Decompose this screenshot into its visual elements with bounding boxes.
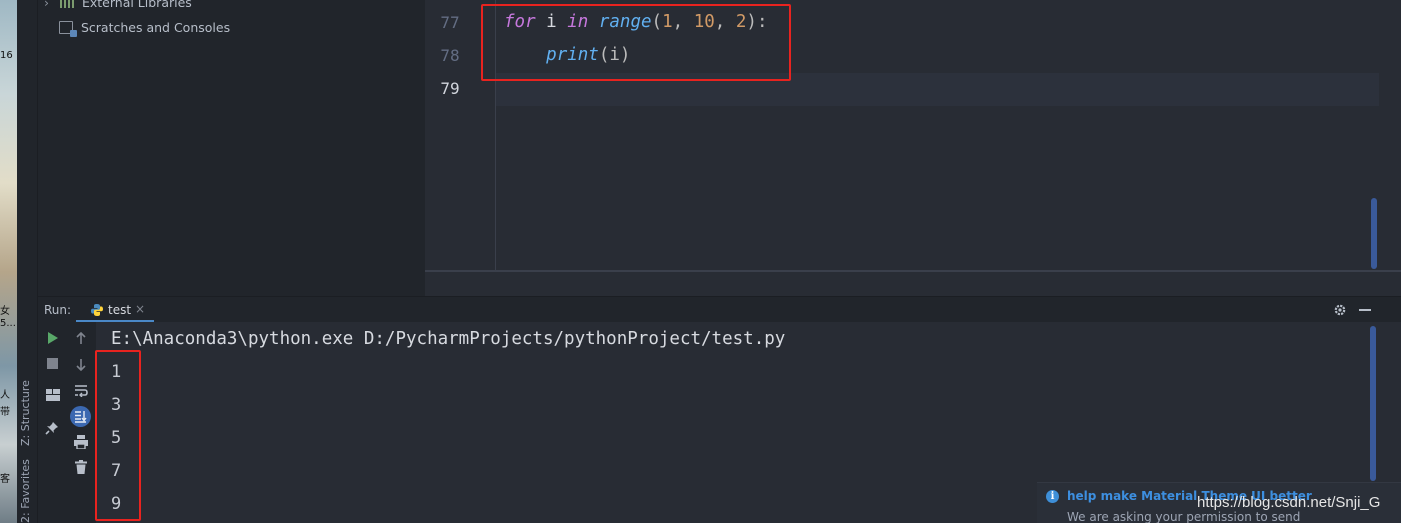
line-number: 78 [440,46,460,65]
run-toolbar-secondary [66,322,96,523]
favorites-tab-label: 2: Favorites [19,459,32,523]
close-icon[interactable]: × [135,302,145,316]
print-icon[interactable] [74,435,88,449]
watermark-text: https://blog.csdn.net/Snji_G [1197,494,1381,511]
output-highlight-box [95,350,141,521]
project-tool-window: › External Libraries Scratches and Conso… [38,0,425,296]
trash-icon[interactable] [75,460,87,474]
line-number: 79 [440,79,460,98]
code-highlight-box [481,4,791,81]
desktop-text-fragment: 带 [0,407,10,418]
console-command-line: E:\Anaconda3\python.exe D:/PycharmProjec… [111,329,786,349]
layout-icon[interactable] [46,389,60,401]
run-panel-header: Run: test × [38,296,1401,323]
soft-wrap-icon[interactable] [74,384,88,397]
minimize-icon[interactable] [1359,309,1371,311]
desktop-text-fragment: 女 [0,306,10,317]
python-icon [91,304,103,316]
run-tab-label: test [108,303,132,317]
tree-item-scratches[interactable]: Scratches and Consoles [59,20,231,37]
tree-item-external-libraries[interactable]: › External Libraries [44,0,192,10]
tree-item-label: External Libraries [81,0,192,10]
run-panel-label: Run: [44,303,72,317]
line-number: 77 [440,13,460,32]
left-tool-stripe: Z: Structure 2: Favorites [17,0,38,523]
chevron-right-icon[interactable]: › [44,0,54,10]
tree-item-label: Scratches and Consoles [80,20,231,35]
desktop-text-fragment: 16 [0,50,13,61]
structure-tab-label: Z: Structure [19,380,32,446]
desktop-background-strip: 16 女 5... 人 带 客 [0,0,17,523]
editor-scrollbar-thumb[interactable] [1371,198,1377,269]
run-icon[interactable] [47,332,59,344]
structure-tab[interactable]: Z: Structure [19,380,32,446]
arrow-down-icon[interactable] [75,358,87,371]
arrow-up-icon[interactable] [75,332,87,345]
scratches-icon [59,21,77,37]
editor-divider [425,270,1401,272]
favorites-tab[interactable]: 2: Favorites [19,459,32,523]
desktop-text-fragment: 人 [0,390,10,401]
run-toolbar-primary [38,322,66,523]
pin-icon[interactable] [45,421,59,435]
notification-body: We are asking your permission to send [1067,510,1301,523]
stop-icon[interactable] [47,358,58,369]
desktop-text-fragment: 5... [0,318,16,329]
info-icon: i [1046,490,1059,503]
gear-icon[interactable] [1333,303,1347,317]
library-icon [59,0,74,8]
run-tab-test[interactable]: test × [76,297,154,323]
desktop-text-fragment: 客 [0,474,10,485]
scroll-to-end-icon[interactable] [70,406,91,427]
console-scrollbar-thumb[interactable] [1370,326,1376,481]
